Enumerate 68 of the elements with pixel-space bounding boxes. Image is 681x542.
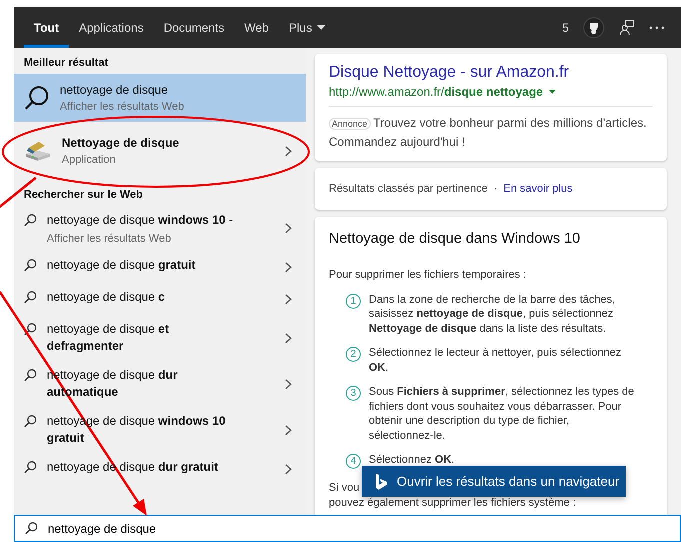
tab[interactable]: Web: [234, 7, 279, 48]
caret-down-icon: [317, 25, 326, 30]
search-icon: [24, 415, 37, 428]
answer-text: Si vou: [329, 481, 360, 496]
suggestion-subtitle: Afficher les résultats Web: [47, 233, 172, 245]
learn-more-link[interactable]: En savoir plus: [504, 183, 573, 195]
ad-title-link[interactable]: Disque Nettoyage - sur Amazon.fr: [329, 64, 653, 82]
b-logo-icon: [376, 474, 387, 490]
ranking-text: Résultats classés par pertinence: [329, 183, 488, 195]
result-item[interactable]: nettoyage de disque Afficher les résultats Web: [14, 74, 306, 122]
chevron-right-icon: [285, 424, 292, 436]
result-title: nettoyage de disque: [60, 83, 170, 97]
feedback-icon[interactable]: [619, 20, 635, 36]
step-text: Dans la zone de recherche de la barre des tâches, saisissez nettoyage de disque, puis sélectionnez Nettoyage de disque dans la liste des résultats.: [369, 292, 616, 336]
step-text: Sélectionnez OK.: [369, 453, 456, 468]
chevron-right-icon: [285, 464, 292, 474]
tab[interactable]: Plus: [279, 7, 336, 48]
search-icon: [24, 461, 37, 474]
search-field[interactable]: nettoyage de disque: [14, 515, 681, 542]
separator-dot: ·: [494, 183, 498, 195]
step-text: Sous Fichiers à supprimer, sélectionnez les types de fichiers dont vous souhaitez vous débarrasser. Pour obtenir une description du type de fichier, sélectionnez-le.: [369, 385, 636, 443]
tab[interactable]: Applications: [69, 7, 154, 48]
chevron-right-icon: [285, 378, 292, 390]
chevron-right-icon: [285, 146, 292, 156]
caret-down-icon[interactable]: [549, 90, 556, 94]
suggestion-text: nettoyage de disque et defragmenter: [47, 321, 170, 355]
search-icon: [24, 323, 37, 336]
ad-url: http://www.amazon.fr/disque nettoyage: [329, 85, 544, 99]
suggestion-item[interactable]: nettoyage de disque windows 10 - Afficher les résultats Web: [14, 206, 306, 251]
chevron-right-icon: [285, 262, 292, 272]
ad-text: Commandez aujourd'hui !: [329, 135, 466, 149]
points-count: 5: [562, 20, 569, 34]
answer-title: Nettoyage de disque dans Windows 10: [329, 231, 582, 247]
step-number: 1: [346, 294, 361, 308]
step-text: Sélectionnez le lecteur à nettoyer, puis sélectionnez OK.: [369, 346, 623, 375]
result-title: Nettoyage de disque: [62, 136, 180, 150]
result-item[interactable]: Nettoyage de disque Application: [14, 122, 306, 180]
search-icon: [24, 214, 37, 227]
more-icon[interactable]: [649, 26, 665, 30]
ad-badge: Annonce: [329, 118, 371, 130]
suggestion-text: nettoyage de disque windows 10 -: [47, 212, 234, 229]
open-in-browser-button[interactable]: Ouvrir les résultats dans un navigateur: [362, 466, 626, 497]
chevron-right-icon: [285, 223, 292, 234]
section-heading: Meilleur résultat: [24, 57, 108, 69]
step-number: 3: [346, 386, 361, 401]
suggestion-text: nettoyage de disque c: [47, 289, 166, 306]
answer-text: pouvez également supprimer les fichiers système :: [329, 496, 576, 510]
suggestion-item[interactable]: nettoyage de disque gratuit: [14, 251, 306, 283]
result-subtitle: Application: [62, 154, 117, 166]
suggestion-text: nettoyage de disque gratuit: [47, 257, 197, 274]
suggestion-item[interactable]: nettoyage de disque et defragmenter: [14, 315, 306, 361]
answer-intro: Pour supprimer les fichiers temporaires :: [329, 268, 528, 282]
search-icon: [24, 259, 37, 272]
ad-text: Trouvez votre bonheur parmi des millions d'articles.: [374, 116, 647, 130]
search-icon: [25, 522, 38, 535]
section-heading: Rechercher sur le Web: [24, 189, 144, 201]
step-number: 2: [346, 347, 361, 362]
search-icon: [24, 291, 37, 304]
chevron-right-icon: [285, 294, 292, 304]
chevron-right-icon: [285, 332, 292, 344]
search-icon: [24, 369, 37, 382]
trophy-icon[interactable]: [583, 16, 605, 38]
suggestion-item[interactable]: nettoyage de disque c: [14, 283, 306, 315]
search-icon: [24, 85, 50, 111]
step-number: 4: [346, 454, 361, 469]
result-subtitle: Afficher les résultats Web: [60, 101, 186, 113]
tab[interactable]: Documents: [154, 7, 235, 48]
drive-brush-icon: [24, 140, 52, 162]
